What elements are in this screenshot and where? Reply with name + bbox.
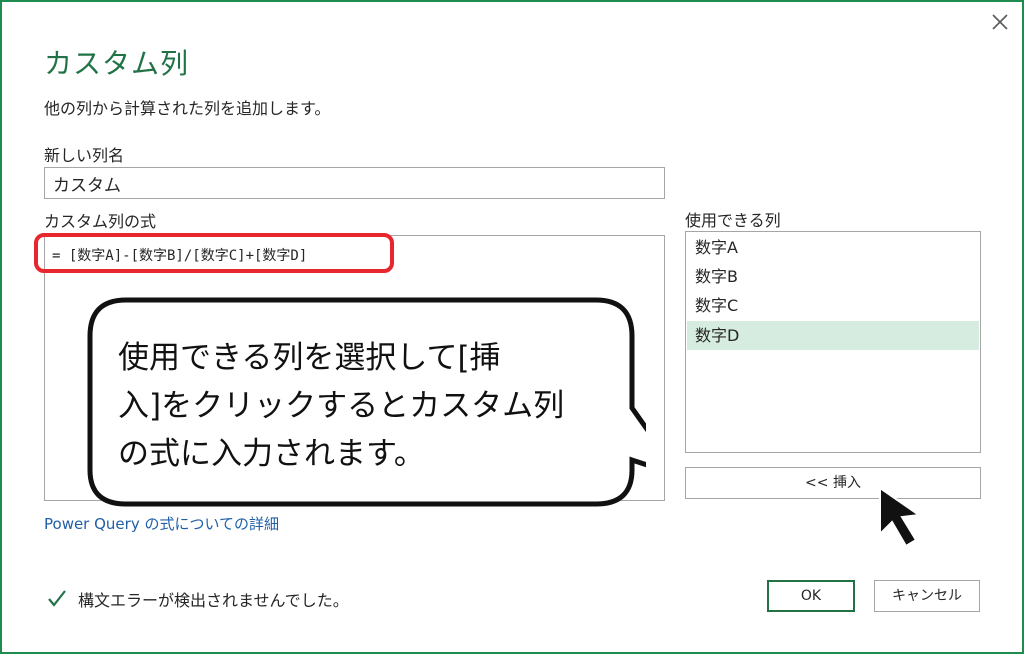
available-column-item-a[interactable]: 数字A: [687, 233, 979, 262]
available-column-item-b[interactable]: 数字B: [687, 262, 979, 291]
available-columns-list[interactable]: 数字A 数字B 数字C 数字D: [685, 231, 981, 453]
dialog-title: カスタム列: [44, 47, 190, 80]
mouse-pointer-icon: [879, 486, 922, 548]
available-columns-label: 使用できる列: [685, 211, 781, 230]
callout-line-2: 入]をクリックするとカスタム列: [118, 388, 565, 424]
callout-text: 使用できる列を選択して[挿 入]をクリックするとカスタム列 の式に入力されます。: [118, 334, 618, 478]
available-column-item-c[interactable]: 数字C: [687, 291, 979, 320]
cancel-button[interactable]: キャンセル: [874, 580, 980, 612]
formula-label: カスタム列の式: [44, 212, 157, 231]
available-column-item-d[interactable]: 数字D: [687, 321, 979, 350]
syntax-status-text: 構文エラーが検出されませんでした。: [78, 591, 349, 610]
callout-line-1: 使用できる列を選択して[挿: [118, 340, 501, 376]
ok-button[interactable]: OK: [767, 580, 855, 612]
formula-highlight-box: [34, 233, 394, 273]
new-column-name-input[interactable]: [44, 167, 665, 199]
new-column-name-label: 新しい列名: [44, 146, 125, 165]
callout-line-3: の式に入力されます。: [118, 436, 425, 472]
power-query-help-link[interactable]: Power Query の式についての詳細: [44, 513, 279, 534]
close-icon[interactable]: [988, 10, 1012, 34]
checkmark-icon: [48, 590, 66, 607]
dialog-subtitle: 他の列から計算された列を追加します。: [44, 99, 331, 118]
